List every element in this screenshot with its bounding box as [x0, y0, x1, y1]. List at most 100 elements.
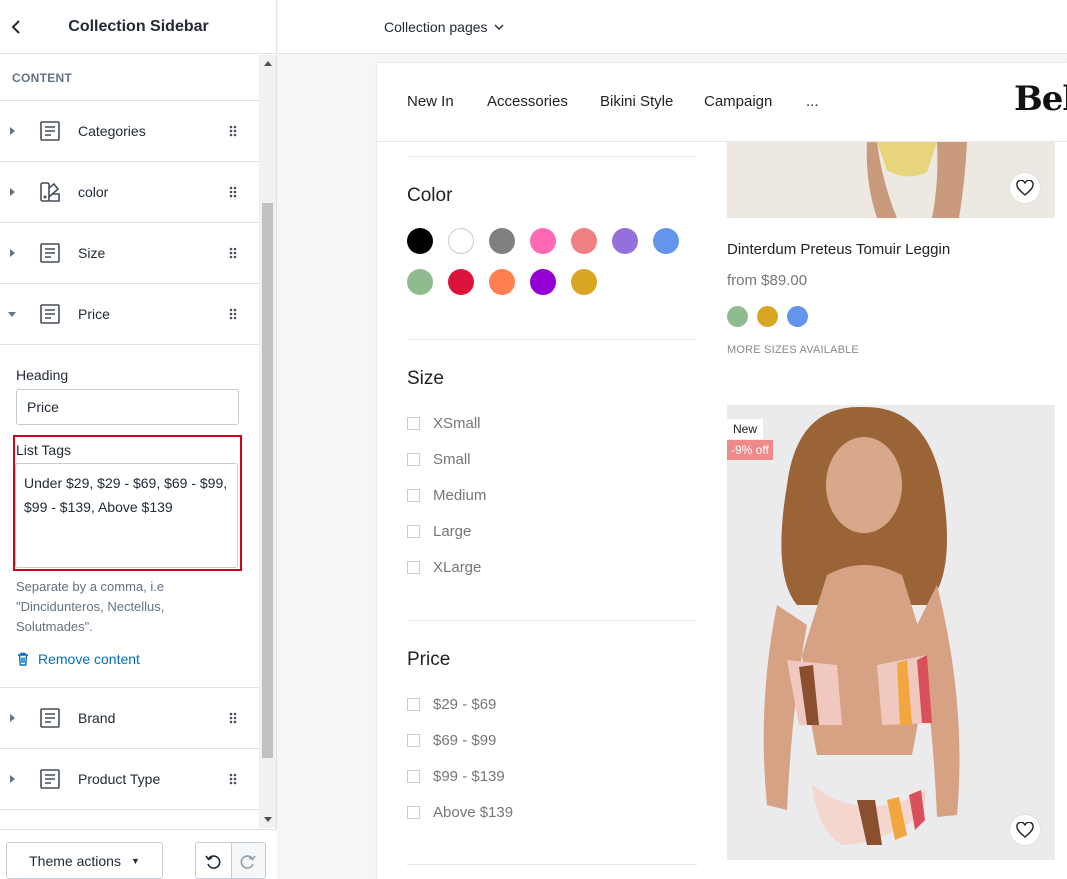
- size-filter-title: Size: [407, 368, 444, 389]
- checkbox[interactable]: [407, 417, 420, 430]
- checkbox[interactable]: [407, 734, 420, 747]
- product-image[interactable]: [727, 142, 1055, 218]
- content-block-label: color: [78, 184, 109, 200]
- size-option-label: Large: [433, 523, 472, 540]
- size-option[interactable]: Small: [407, 451, 471, 468]
- caret-right-icon[interactable]: [0, 127, 24, 135]
- drag-handle-icon[interactable]: [219, 186, 247, 198]
- color-swatch[interactable]: [407, 269, 433, 295]
- price-option-label: Above $139: [433, 804, 514, 821]
- color-swatch[interactable]: [571, 269, 597, 295]
- price-option[interactable]: $99 - $139: [407, 768, 505, 785]
- undo-icon: [205, 854, 221, 869]
- caret-down-icon[interactable]: [0, 311, 24, 317]
- nav-more[interactable]: ...: [806, 93, 819, 110]
- color-swatch[interactable]: [448, 228, 474, 254]
- theme-actions-button[interactable]: Theme actions ▼: [6, 842, 163, 879]
- section-label: CONTENT: [0, 55, 259, 101]
- drag-handle-icon[interactable]: [219, 773, 247, 785]
- checkbox[interactable]: [407, 698, 420, 711]
- filter-divider: [407, 156, 697, 157]
- text-block-icon: [38, 302, 62, 326]
- heart-icon: [1016, 822, 1034, 838]
- content-block-price[interactable]: Price: [0, 284, 259, 345]
- content-block-size[interactable]: Size: [0, 223, 259, 284]
- nav-bikini-style[interactable]: Bikini Style: [600, 93, 673, 110]
- checkbox[interactable]: [407, 561, 420, 574]
- back-button[interactable]: [0, 0, 32, 54]
- content-block-brand[interactable]: Brand: [0, 688, 259, 749]
- caret-right-icon[interactable]: [0, 188, 24, 196]
- color-swatch[interactable]: [448, 269, 474, 295]
- content-block-product-type[interactable]: Product Type: [0, 749, 259, 810]
- drag-handle-icon[interactable]: [219, 125, 247, 137]
- nav-accessories[interactable]: Accessories: [487, 93, 568, 110]
- wishlist-button[interactable]: [1010, 815, 1040, 845]
- page-type-select[interactable]: Collection pages: [384, 0, 504, 54]
- caret-down-icon: ▼: [130, 855, 140, 866]
- price-option-label: $99 - $139: [433, 768, 505, 785]
- color-swatch[interactable]: [653, 228, 679, 254]
- size-option[interactable]: XLarge: [407, 559, 481, 576]
- content-block-categories[interactable]: Categories: [0, 101, 259, 162]
- size-option[interactable]: Large: [407, 523, 471, 540]
- sidebar-scrollbar[interactable]: [259, 55, 276, 828]
- color-swatch[interactable]: [407, 228, 433, 254]
- checkbox[interactable]: [407, 453, 420, 466]
- drag-handle-icon[interactable]: [219, 308, 247, 320]
- caret-right-icon[interactable]: [0, 775, 24, 783]
- color-swatch[interactable]: [489, 228, 515, 254]
- content-block-label: Size: [78, 245, 106, 261]
- product-color-swatch[interactable]: [787, 306, 808, 327]
- undo-button[interactable]: [196, 843, 231, 878]
- filter-divider: [407, 339, 697, 340]
- heading-input[interactable]: [16, 389, 239, 425]
- color-swatch[interactable]: [612, 228, 638, 254]
- remove-content-link[interactable]: Remove content: [16, 651, 243, 667]
- drag-handle-icon[interactable]: [219, 247, 247, 259]
- text-block-icon: [38, 119, 62, 143]
- scroll-thumb[interactable]: [262, 203, 273, 758]
- redo-button[interactable]: [230, 843, 265, 878]
- preview-topbar: Collection pages: [278, 0, 1067, 54]
- drag-handle-icon[interactable]: [219, 712, 247, 724]
- sidebar-header: Collection Sidebar: [0, 0, 277, 54]
- chevron-left-icon: [11, 19, 20, 34]
- list-tags-textarea[interactable]: Under $29, $29 - $69, $69 - $99, $99 - $…: [15, 463, 238, 568]
- scroll-down-arrow[interactable]: [259, 811, 276, 828]
- color-swatch[interactable]: [530, 269, 556, 295]
- price-option[interactable]: $29 - $69: [407, 696, 496, 713]
- store-logo[interactable]: Bel: [1014, 79, 1067, 119]
- new-badge: New: [727, 419, 764, 439]
- redo-icon: [240, 854, 256, 869]
- product-image[interactable]: New -9% off: [727, 405, 1055, 860]
- price-option-label: $69 - $99: [433, 732, 497, 749]
- caret-right-icon[interactable]: [0, 714, 24, 722]
- size-option[interactable]: XSmall: [407, 415, 481, 432]
- checkbox[interactable]: [407, 770, 420, 783]
- content-block-label: Product Type: [78, 771, 161, 787]
- checkbox[interactable]: [407, 806, 420, 819]
- product-color-swatch[interactable]: [727, 306, 748, 327]
- caret-right-icon[interactable]: [0, 249, 24, 257]
- checkbox[interactable]: [407, 489, 420, 502]
- size-option[interactable]: Medium: [407, 487, 486, 504]
- product-title[interactable]: Dinterdum Preteus Tomuir Leggin: [727, 241, 950, 258]
- price-option[interactable]: Above $139: [407, 804, 513, 821]
- list-tags-label: List Tags: [16, 442, 71, 458]
- color-swatch[interactable]: [571, 228, 597, 254]
- product-color-swatch[interactable]: [757, 306, 778, 327]
- chevron-down-icon: [494, 24, 504, 30]
- scroll-up-arrow[interactable]: [259, 55, 276, 72]
- price-option[interactable]: $69 - $99: [407, 732, 496, 749]
- wishlist-button[interactable]: [1010, 173, 1040, 203]
- checkbox[interactable]: [407, 525, 420, 538]
- nav-new-in[interactable]: New In: [407, 93, 454, 110]
- nav-campaign[interactable]: Campaign: [704, 93, 772, 110]
- content-block-label: Brand: [78, 710, 116, 726]
- color-swatch-icon: [38, 180, 62, 204]
- sidebar-title: Collection Sidebar: [68, 17, 209, 35]
- content-block-color[interactable]: color: [0, 162, 259, 223]
- color-swatch[interactable]: [530, 228, 556, 254]
- color-swatch[interactable]: [489, 269, 515, 295]
